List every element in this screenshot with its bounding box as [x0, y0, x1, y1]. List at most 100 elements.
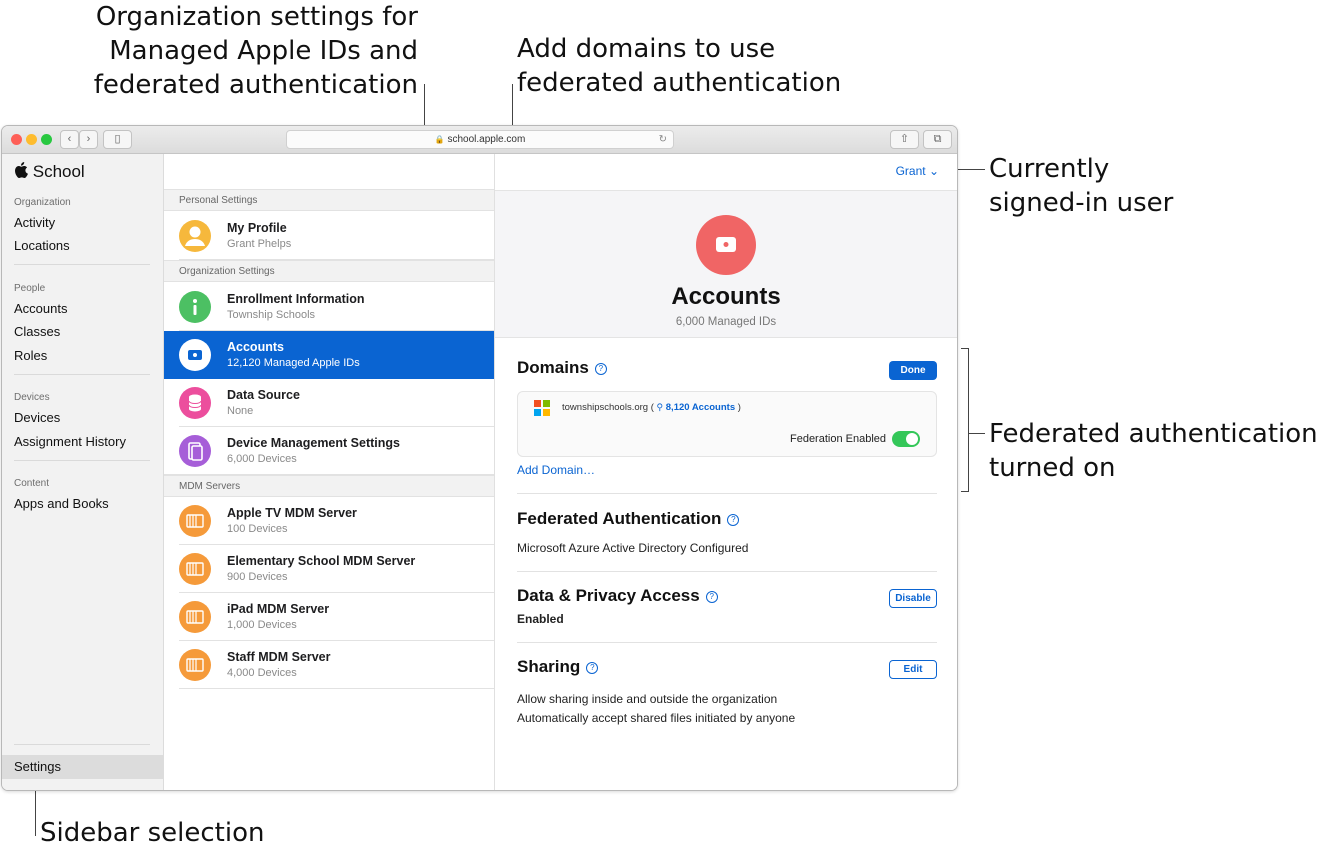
list-item-enrollment-information[interactable]: Enrollment Information Township Schools — [164, 283, 494, 331]
list-item-subtitle: 900 Devices — [227, 571, 288, 583]
server-icon — [179, 601, 211, 633]
section-heading-personal: Personal Settings — [164, 189, 494, 211]
close-window-button[interactable] — [11, 134, 22, 145]
list-item-subtitle: 100 Devices — [227, 523, 288, 535]
section-heading-organization: Organization Settings — [164, 260, 494, 282]
callout-sidebar-selection: Sidebar selection — [40, 818, 265, 848]
share-button[interactable]: ⇧ — [890, 130, 919, 149]
list-item-subtitle: 4,000 Devices — [227, 667, 297, 679]
devices-icon — [179, 435, 211, 467]
divider — [14, 744, 150, 745]
forward-button[interactable]: › — [79, 130, 98, 149]
titlebar: ‹ › ▯ 🔒 school.apple.com ↻ ⇧ ⧉ — [2, 126, 957, 154]
sidebar-item-locations[interactable]: Locations — [14, 238, 70, 253]
divider — [517, 642, 937, 643]
reload-icon[interactable]: ↻ — [659, 131, 667, 148]
callout-line: turned on — [989, 453, 1116, 483]
list-item-title: Data Source — [227, 388, 300, 402]
domain-name: townshipschools.org ( — [562, 402, 654, 413]
chevron-left-icon: ‹ — [67, 133, 72, 145]
list-item-accounts[interactable]: Accounts 12,120 Managed Apple IDs — [164, 331, 494, 379]
list-item-subtitle: None — [227, 405, 254, 417]
divider — [517, 493, 937, 494]
callout-line: Organization settings for — [95, 2, 418, 32]
database-icon — [179, 387, 211, 419]
help-icon[interactable]: ? — [594, 362, 607, 375]
list-item-title: Elementary School MDM Server — [227, 554, 416, 568]
callout-bracket — [968, 348, 969, 492]
sidebar-item-accounts[interactable]: Accounts — [14, 301, 67, 316]
section-title-text: Sharing — [517, 657, 581, 676]
search-icon: ⚲ — [656, 402, 664, 412]
page-subtitle: 6,000 Managed IDs — [675, 316, 777, 328]
server-icon — [179, 553, 211, 585]
list-item-my-profile[interactable]: My Profile Grant Phelps — [164, 212, 494, 260]
sidebar-heading-devices: Devices — [14, 392, 50, 403]
callout-line: Managed Apple IDs and — [109, 36, 418, 66]
sidebar-item-roles[interactable]: Roles — [14, 348, 47, 363]
callout-bracket — [961, 348, 969, 349]
section-title-data-privacy: Data & Privacy Access? — [517, 586, 718, 606]
person-icon — [179, 220, 211, 252]
sidebar-item-devices[interactable]: Devices — [14, 410, 60, 425]
help-icon[interactable]: ? — [727, 513, 740, 526]
list-item-title: Accounts — [227, 340, 284, 354]
user-menu[interactable]: Grant ⌄ — [896, 164, 939, 178]
sidebar-toggle-button[interactable]: ▯ — [103, 130, 132, 149]
sidebar-item-activity[interactable]: Activity — [14, 215, 55, 230]
list-item-apple-tv-mdm-server[interactable]: Apple TV MDM Server 100 Devices — [164, 497, 494, 545]
brand-label: School — [32, 162, 85, 181]
list-item-ipad-mdm-server[interactable]: iPad MDM Server 1,000 Devices — [164, 593, 494, 641]
info-icon — [179, 291, 211, 323]
help-icon[interactable]: ? — [705, 590, 718, 603]
privacy-status: Enabled — [517, 612, 564, 626]
section-title-sharing: Sharing? — [517, 657, 599, 677]
callout-line: signed-in user — [989, 188, 1174, 218]
sharing-line-2: Automatically accept shared files initia… — [517, 711, 796, 725]
done-button[interactable]: Done — [889, 361, 937, 380]
domain-entry: townshipschools.org ( ⚲ 8,120 Accounts ) — [562, 402, 741, 413]
disable-button[interactable]: Disable — [889, 589, 937, 608]
detail-pane: Grant ⌄ Accounts 6,000 Managed IDs Domai… — [495, 154, 957, 790]
list-item-staff-mdm-server[interactable]: Staff MDM Server 4,000 Devices — [164, 641, 494, 689]
sidebar-item-assignment-history[interactable]: Assignment History — [14, 434, 126, 449]
callout-leader-line — [969, 433, 985, 434]
callout-federated-on: Federated authentication turned on — [989, 417, 1318, 485]
tabs-button[interactable]: ⧉ — [923, 130, 952, 149]
callout-line: Currently — [989, 154, 1110, 184]
list-item-title: Enrollment Information — [227, 292, 365, 306]
apple-id-icon — [696, 215, 756, 275]
list-item-subtitle: 6,000 Devices — [227, 453, 297, 465]
share-icon: ⇧ — [899, 133, 910, 145]
list-item-title: My Profile — [227, 221, 287, 235]
minimize-window-button[interactable] — [26, 134, 37, 145]
address-bar[interactable]: 🔒 school.apple.com ↻ — [286, 130, 674, 149]
add-domain-link[interactable]: Add Domain… — [517, 463, 595, 477]
back-button[interactable]: ‹ — [60, 130, 79, 149]
list-item-elementary-school-mdm-server[interactable]: Elementary School MDM Server 900 Devices — [164, 545, 494, 593]
zoom-window-button[interactable] — [41, 134, 52, 145]
list-item-device-management-settings[interactable]: Device Management Settings 6,000 Devices — [164, 427, 494, 475]
sidebar: School Organization Activity Locations P… — [2, 154, 164, 790]
federation-label: Federation Enabled — [789, 433, 886, 445]
sidebar-item-settings[interactable]: Settings — [2, 755, 163, 779]
url-text: school.apple.com — [447, 134, 526, 145]
federation-toggle[interactable] — [892, 431, 920, 447]
callout-org-settings: Organization settings for Managed Apple … — [94, 0, 418, 102]
divider — [517, 571, 937, 572]
sidebar-heading-organization: Organization — [14, 197, 71, 208]
apple-id-icon — [179, 339, 211, 371]
edit-button[interactable]: Edit — [889, 660, 937, 679]
federated-status: Microsoft Azure Active Directory Configu… — [517, 541, 749, 555]
sidebar-heading-content: Content — [14, 478, 50, 489]
callout-signed-in-user: Currently signed-in user — [989, 152, 1173, 220]
sidebar-item-apps-and-books[interactable]: Apps and Books — [14, 496, 109, 511]
callout-line: Federated authentication — [989, 419, 1318, 449]
help-icon[interactable]: ? — [586, 661, 599, 674]
list-item-data-source[interactable]: Data Source None — [164, 379, 494, 427]
accounts-link[interactable]: 8,120 Accounts — [666, 402, 735, 413]
sidebar-icon: ▯ — [114, 133, 121, 145]
list-item-title: Staff MDM Server — [227, 650, 331, 664]
sidebar-item-classes[interactable]: Classes — [14, 324, 60, 339]
page-title: Accounts — [671, 283, 781, 310]
